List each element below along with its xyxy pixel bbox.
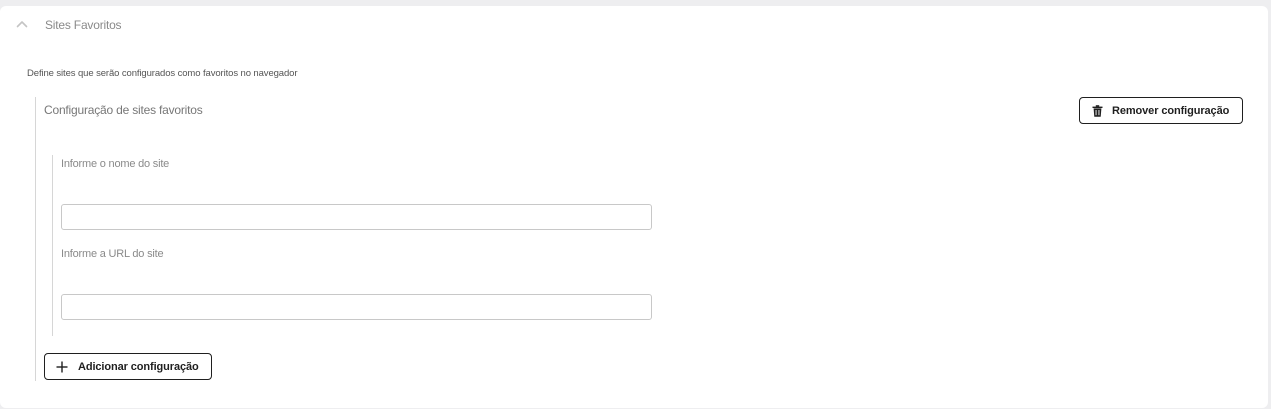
section-description: Define sites que serão configurados como… <box>27 68 298 79</box>
favorite-sites-panel: Sites Favoritos Define sites que serão c… <box>0 6 1268 408</box>
site-name-label: Informe o nome do site <box>61 158 170 170</box>
add-config-label: Adicionar configuração <box>78 360 199 373</box>
site-url-input[interactable] <box>61 294 652 320</box>
plus-icon <box>56 361 68 372</box>
section-header-toggle[interactable]: Sites Favoritos <box>0 6 1268 44</box>
section-title: Sites Favoritos <box>45 18 122 32</box>
remove-config-label: Remover configuração <box>1112 104 1230 117</box>
config-title: Configuração de sites favoritos <box>44 103 203 117</box>
add-config-button[interactable]: Adicionar configuração <box>44 353 212 380</box>
trash-icon <box>1092 104 1103 117</box>
chevron-up-icon[interactable] <box>16 19 28 29</box>
site-url-label: Informe a URL do site <box>61 248 164 260</box>
remove-config-button[interactable]: Remover configuração <box>1079 97 1243 124</box>
site-name-input[interactable] <box>61 204 652 230</box>
